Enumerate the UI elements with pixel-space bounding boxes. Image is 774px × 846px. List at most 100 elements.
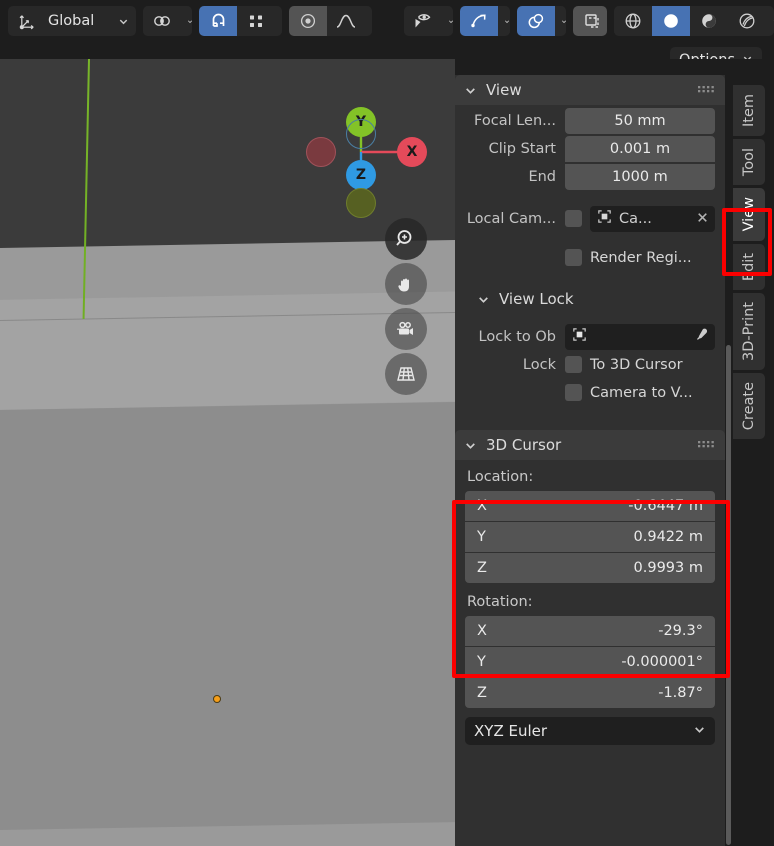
snapping-chevron-down-icon[interactable]: [275, 6, 283, 36]
focal-length-input[interactable]: 50 mm: [565, 107, 715, 134]
sidebar-tab-item[interactable]: Item: [733, 85, 765, 137]
axis-label-x: X: [477, 623, 487, 639]
gizmo-axis-x-negative[interactable]: [306, 137, 336, 167]
cursor-rotation-x[interactable]: X -29.3°: [465, 616, 715, 646]
blender-window: Global Y Z X View Focal Len... 50 mm Cli…: [0, 0, 774, 846]
gizmo-toggle[interactable]: [460, 6, 499, 36]
overlays-chevron-down-icon[interactable]: [554, 6, 567, 36]
proportional-editing-group[interactable]: [289, 6, 373, 36]
cursor-location-y[interactable]: Y 0.9422 m: [465, 522, 715, 552]
pivot-point-group[interactable]: [143, 6, 193, 36]
gizmo-group[interactable]: [460, 6, 510, 36]
clip-start-input[interactable]: 0.001 m: [565, 136, 715, 162]
axis-label-y: Y: [477, 529, 486, 545]
navigation-gizmo[interactable]: Y Z X: [290, 85, 450, 218]
gizmo-axis-y-negative[interactable]: [346, 188, 376, 218]
xray-group[interactable]: [573, 6, 607, 36]
tab-label: Tool: [741, 148, 757, 177]
shading-wireframe-button[interactable]: [613, 6, 652, 36]
local-camera-checkbox[interactable]: [565, 210, 582, 227]
tab-label: 3D-Print: [741, 301, 757, 361]
pivot-point-chevron-down-icon[interactable]: [181, 6, 193, 36]
x-close-icon[interactable]: [696, 209, 709, 228]
proportional-editing-icon: [295, 11, 321, 31]
lock-camera-to-view-checkbox[interactable]: [565, 384, 582, 401]
viewport-header-toolbar: Global: [0, 0, 774, 42]
eyedropper-icon[interactable]: [693, 327, 709, 347]
axis-label-z: Z: [477, 560, 487, 576]
view-lock-subpanel-header[interactable]: View Lock: [455, 285, 715, 313]
location-label: Location:: [467, 469, 534, 485]
axis-label-y: Y: [477, 654, 486, 670]
shading-chevron-down-icon[interactable]: [765, 6, 774, 36]
sidebar-tab-tool[interactable]: Tool: [733, 139, 765, 186]
viewport-nav-buttons[interactable]: [385, 218, 427, 398]
cursor-rotation-z[interactable]: Z -1.87°: [465, 678, 715, 708]
gizmo-axis-z-positive[interactable]: Z: [346, 160, 376, 190]
lock-to-3d-cursor-checkbox[interactable]: [565, 356, 582, 373]
cursor-rotation-y[interactable]: Y -0.000001°: [465, 647, 715, 677]
proportional-chevron-down-icon[interactable]: [365, 6, 373, 36]
tab-label: Create: [741, 381, 757, 430]
cursor-location-z[interactable]: Z 0.9993 m: [465, 553, 715, 583]
transform-orientation-dropdown[interactable]: Global: [8, 6, 136, 36]
hand-pan-icon[interactable]: [385, 263, 427, 305]
gizmo-chevron-down-icon[interactable]: [498, 6, 510, 36]
zoom-icon[interactable]: [385, 218, 427, 260]
chevron-down-icon: [477, 293, 490, 306]
chevron-down-icon[interactable]: [114, 16, 132, 27]
rotation-mode-value: XYZ Euler: [474, 722, 548, 740]
panel-grip-icon[interactable]: [696, 436, 716, 454]
sidebar-tab-edit[interactable]: Edit: [733, 243, 765, 290]
shading-solid-button[interactable]: [651, 6, 690, 36]
gizmo-axis-x-positive[interactable]: X: [397, 137, 427, 167]
object-origin-point[interactable]: [214, 696, 220, 702]
orthographic-grid-icon[interactable]: [385, 353, 427, 395]
clip-end-input[interactable]: 1000 m: [565, 164, 715, 190]
axis-label-x: X: [477, 498, 487, 514]
visibility-group[interactable]: [404, 6, 454, 36]
viewport-scrollbar[interactable]: [726, 345, 731, 845]
panel-grip-icon[interactable]: [696, 81, 716, 99]
cursor-rotation-y-value: -0.000001°: [621, 654, 703, 670]
shading-material-icon: [696, 11, 722, 31]
shading-material-button[interactable]: [689, 6, 728, 36]
overlays-toggle[interactable]: [516, 6, 555, 36]
view-lock-title: View Lock: [499, 290, 574, 308]
transform-orientation-value: Global: [48, 13, 95, 29]
snap-to-button[interactable]: [237, 6, 276, 36]
lock-to-object-row: Lock to Ob: [465, 323, 715, 350]
lock-camera-to-view-label: Camera to V...: [590, 384, 693, 401]
proportional-editing-toggle[interactable]: [289, 6, 328, 36]
cursor-location-x-value: -0.6447 m: [628, 498, 703, 514]
shading-mode-group[interactable]: [613, 6, 774, 36]
sidebar-panel: View Focal Len... 50 mm Clip Start 0.001…: [455, 75, 725, 846]
render-region-checkbox[interactable]: [565, 249, 582, 266]
proportional-falloff-button[interactable]: [327, 6, 366, 36]
snapping-group[interactable]: [199, 6, 283, 36]
overlays-group[interactable]: [516, 6, 567, 36]
magnet-icon: [205, 11, 231, 31]
visibility-button[interactable]: [404, 6, 443, 36]
visibility-chevron-down-icon[interactable]: [442, 6, 454, 36]
pivot-point-button[interactable]: [143, 6, 181, 36]
sidebar-tab-create[interactable]: Create: [733, 372, 765, 439]
snap-magnet-toggle[interactable]: [199, 6, 238, 36]
gizmo-axis-z-negative[interactable]: [346, 119, 376, 149]
camera-icon[interactable]: [385, 308, 427, 350]
falloff-curve-icon: [333, 11, 359, 31]
panel-top-gap: [455, 59, 774, 75]
shading-rendered-button[interactable]: [727, 6, 766, 36]
cursor-location-x[interactable]: X -0.6447 m: [465, 491, 715, 521]
sidebar-tab-view[interactable]: View: [733, 188, 765, 241]
3d-cursor-panel-header[interactable]: 3D Cursor: [455, 430, 725, 460]
sidebar-tab-3d-print[interactable]: 3D-Print: [733, 292, 765, 370]
rotation-mode-dropdown[interactable]: XYZ Euler: [465, 717, 715, 745]
view-panel-header[interactable]: View: [455, 75, 725, 105]
local-camera-object-field[interactable]: Ca...: [590, 205, 715, 232]
xray-toggle[interactable]: [573, 6, 607, 36]
lock-to-object-field[interactable]: [565, 323, 715, 350]
camera-object-icon: [596, 208, 613, 229]
rotation-label: Rotation:: [467, 594, 533, 610]
render-region-label: Render Regi...: [590, 249, 692, 266]
